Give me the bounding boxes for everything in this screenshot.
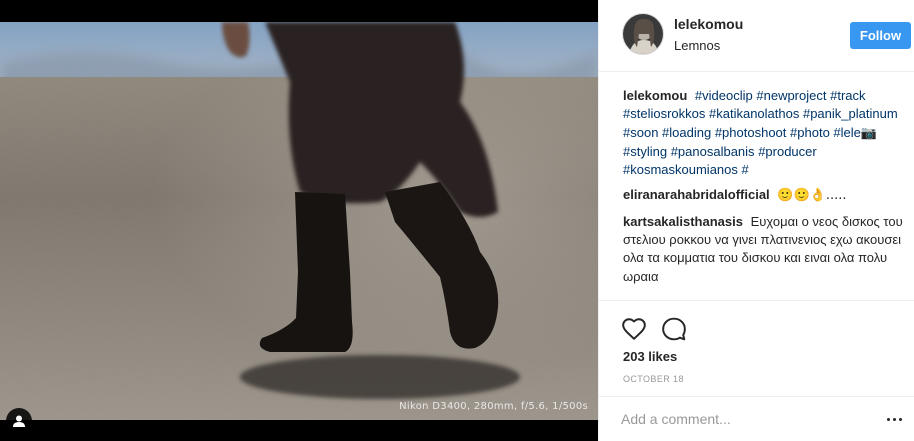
- hashtag-link[interactable]: #styling: [623, 144, 667, 159]
- hashtag-link[interactable]: #photo: [790, 125, 830, 140]
- hashtag-link[interactable]: #loading: [662, 125, 711, 140]
- caption-username[interactable]: lelekomou: [623, 88, 687, 103]
- comment-item: eliranarahabridalofficial 🙂🙂👌.....: [623, 186, 908, 205]
- avatar[interactable]: [622, 13, 664, 55]
- hashtag-link[interactable]: #katikanolathos: [709, 106, 799, 121]
- likes-count[interactable]: 203 likes: [623, 349, 677, 364]
- post-details-panel: lelekomou Lemnos Follow lelekomou #video…: [598, 0, 914, 441]
- post-actions: 203 likes OCTOBER 18: [599, 300, 914, 384]
- add-comment-input[interactable]: [621, 411, 871, 427]
- comments-list: lelekomou #videoclip #newproject #track …: [623, 87, 908, 293]
- comment-username[interactable]: kartsakalisthanasis: [623, 214, 743, 229]
- comment-text: 🙂🙂👌.....: [777, 188, 847, 204]
- instagram-post-modal: Nikon D3400, 280mm, f/5.6, 1/500s leleko…: [0, 0, 914, 441]
- post-location[interactable]: Lemnos: [674, 38, 743, 53]
- comment-item: kartsakalisthanasis Ευχομαι ο νεος δισκο…: [623, 213, 908, 286]
- more-options-icon-dot: [892, 417, 896, 421]
- hashtag-link[interactable]: #kosmaskoumianos: [623, 162, 738, 177]
- more-options-icon-dot: [898, 417, 902, 421]
- camera-emoji: 📷: [860, 125, 878, 141]
- post-photo[interactable]: Nikon D3400, 280mm, f/5.6, 1/500s: [0, 22, 598, 420]
- hashtag-link[interactable]: #steliosrokkos: [623, 106, 705, 121]
- comment-username[interactable]: eliranarahabridalofficial: [623, 187, 770, 202]
- hashtag-link[interactable]: #newproject: [756, 88, 826, 103]
- post-photo-image: [0, 22, 598, 420]
- comment-button[interactable]: [661, 316, 687, 342]
- hashtag-link[interactable]: #photoshoot: [715, 125, 787, 140]
- avatar-image: [623, 14, 663, 54]
- hashtag-link[interactable]: #panosalbanis: [671, 144, 755, 159]
- hashtag-link[interactable]: #panik_platinum: [803, 106, 898, 121]
- author-username[interactable]: lelekomou: [674, 16, 743, 32]
- hashtag-link[interactable]: #soon: [623, 125, 658, 140]
- add-comment-section: [599, 396, 914, 441]
- hashtag-link[interactable]: #videoclip: [695, 88, 753, 103]
- follow-button[interactable]: Follow: [850, 22, 911, 49]
- hashtag-link[interactable]: #lele: [833, 125, 860, 140]
- caption: lelekomou #videoclip #newproject #track …: [623, 87, 908, 179]
- post-author: lelekomou Lemnos: [674, 16, 743, 53]
- post-media-panel: Nikon D3400, 280mm, f/5.6, 1/500s: [0, 0, 598, 441]
- more-options-button[interactable]: [884, 411, 904, 427]
- more-options-icon: [886, 417, 890, 421]
- tagged-users-button[interactable]: [6, 408, 32, 434]
- photo-camera-watermark: Nikon D3400, 280mm, f/5.6, 1/500s: [399, 401, 588, 412]
- hashtag-link[interactable]: #: [742, 162, 749, 177]
- heart-icon: [622, 318, 646, 340]
- hashtag-link[interactable]: #producer: [758, 144, 817, 159]
- hashtag-link[interactable]: #track: [830, 88, 865, 103]
- post-header: lelekomou Lemnos Follow: [599, 0, 914, 72]
- comment-bubble-icon: [662, 317, 686, 341]
- user-tag-icon: [13, 415, 25, 427]
- post-date[interactable]: OCTOBER 18: [623, 374, 684, 384]
- like-button[interactable]: [621, 316, 647, 342]
